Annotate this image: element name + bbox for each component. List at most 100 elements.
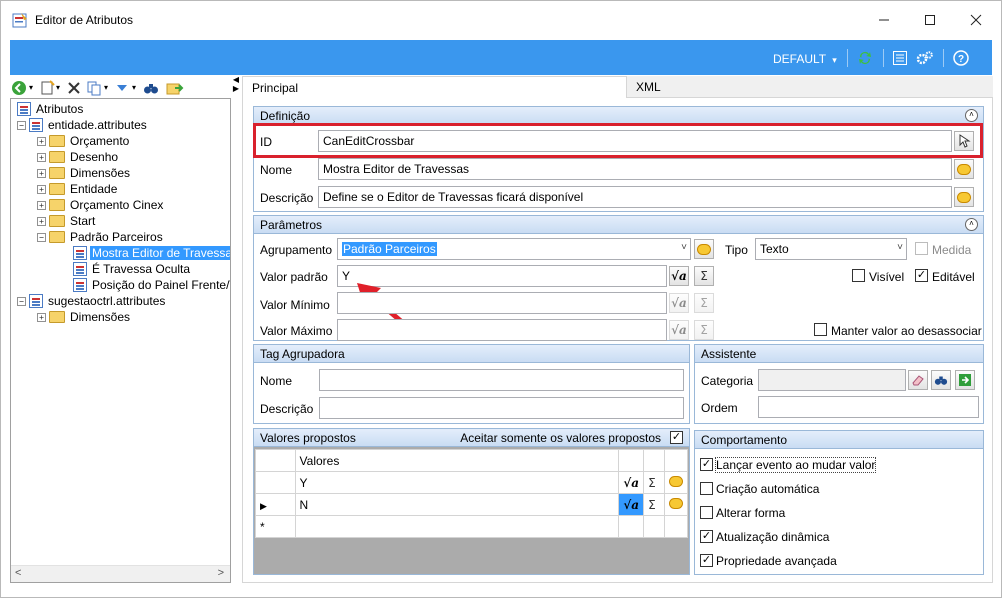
tree-node-label: Orçamento: [70, 134, 130, 148]
comment-icon: [957, 191, 971, 203]
translate-cell[interactable]: [663, 493, 689, 516]
expand-icon[interactable]: +: [37, 312, 46, 322]
tree-horizontal-scrollbar[interactable]: < >: [11, 565, 230, 582]
descricao-field[interactable]: Define se o Editor de Travessas ficará d…: [318, 186, 952, 208]
settings-button[interactable]: [916, 49, 934, 67]
categoria-clear-button[interactable]: [908, 370, 928, 390]
comment-icon: [957, 163, 971, 175]
tree-node-orcamento[interactable]: + Orçamento: [37, 133, 131, 149]
profile-dropdown[interactable]: DEFAULT ▾: [773, 52, 837, 66]
move-down-icon[interactable]: [114, 80, 130, 96]
valor-minimo-field[interactable]: [337, 292, 667, 314]
descricao-translate-button[interactable]: [954, 187, 974, 207]
tag-nome-field[interactable]: [319, 369, 684, 391]
agrupamento-combo[interactable]: Padrão Parceiros ˅: [337, 238, 691, 260]
valor-maximo-field[interactable]: [337, 319, 667, 341]
nome-translate-button[interactable]: [954, 159, 974, 179]
new-item-icon[interactable]: [39, 80, 55, 96]
find-icon[interactable]: [143, 80, 159, 96]
expand-icon[interactable]: +: [37, 216, 46, 226]
ordem-field[interactable]: [758, 396, 979, 418]
tree-node-start[interactable]: + Start: [37, 213, 97, 229]
agrupamento-translate-button[interactable]: [694, 239, 714, 259]
expand-icon[interactable]: +: [37, 152, 46, 162]
scroll-right-icon[interactable]: >: [218, 567, 224, 579]
nome-field[interactable]: Mostra Editor de Travessas: [318, 158, 952, 180]
tree-node-mostra-editor[interactable]: Mostra Editor de Travessas: [73, 245, 230, 261]
expand-icon[interactable]: +: [37, 168, 46, 178]
formula-cell[interactable]: √a: [618, 471, 645, 494]
tree-node-dimensoes-2[interactable]: + Dimensões: [37, 309, 132, 325]
tipo-combo[interactable]: Texto ˅: [755, 238, 907, 260]
copy-icon[interactable]: [86, 80, 102, 96]
column-header: [643, 449, 665, 472]
tab-principal[interactable]: Principal: [242, 76, 627, 99]
collapse-icon[interactable]: −: [17, 296, 26, 306]
minimize-button[interactable]: [861, 7, 907, 33]
valor-minimo-sum-button[interactable]: Σ: [694, 293, 714, 313]
tree-node-orcamento-cinex[interactable]: + Orçamento Cinex: [37, 197, 165, 213]
collapse-icon[interactable]: −: [37, 232, 46, 242]
tree-node-dimensoes[interactable]: + Dimensões: [37, 165, 132, 181]
tree-node-entidade-folder[interactable]: + Entidade: [37, 181, 119, 197]
visivel-checkbox[interactable]: [852, 269, 865, 282]
editavel-checkbox[interactable]: ✓: [915, 269, 928, 282]
tab-xml[interactable]: XML: [627, 76, 670, 98]
dropdown-arrow-icon[interactable]: ▾: [132, 83, 136, 92]
valor-padrao-formula-button[interactable]: √a: [669, 266, 689, 286]
valor-maximo-formula-button[interactable]: √a: [669, 320, 689, 340]
valor-maximo-sum-button[interactable]: Σ: [694, 320, 714, 340]
refresh-button[interactable]: [856, 49, 874, 67]
pane-splitter[interactable]: ◀ ▶: [231, 75, 241, 95]
atualizacao-dinamica-checkbox[interactable]: ✓: [700, 530, 713, 543]
table-new-row[interactable]: *: [255, 515, 689, 538]
categoria-field[interactable]: [758, 369, 906, 391]
expand-icon[interactable]: +: [37, 200, 46, 210]
propriedade-avancada-checkbox[interactable]: ✓: [700, 554, 713, 567]
expand-icon[interactable]: +: [37, 184, 46, 194]
list-view-button[interactable]: [891, 49, 909, 67]
medida-checkbox[interactable]: [915, 242, 928, 255]
value-cell[interactable]: N: [294, 493, 620, 516]
tree-node-entidade[interactable]: − entidade.attributes: [17, 117, 149, 133]
export-icon[interactable]: [166, 80, 184, 96]
dropdown-arrow-icon[interactable]: ▾: [56, 83, 60, 92]
help-button[interactable]: ?: [952, 49, 970, 67]
valor-padrao-sum-button[interactable]: Σ: [694, 266, 714, 286]
sum-cell[interactable]: Σ: [643, 471, 665, 494]
valor-minimo-formula-button[interactable]: √a: [669, 293, 689, 313]
categoria-go-button[interactable]: [955, 370, 975, 390]
tree-node-padrao-parceiros[interactable]: − Padrão Parceiros: [37, 229, 165, 245]
dropdown-arrow-icon[interactable]: ▾: [104, 83, 108, 92]
tree-node-desenho[interactable]: + Desenho: [37, 149, 120, 165]
tree-node-travessa-oculta[interactable]: É Travessa Oculta: [73, 261, 192, 277]
back-icon[interactable]: [11, 80, 27, 96]
table-row[interactable]: Y √a Σ: [255, 471, 689, 494]
aceitar-somente-checkbox[interactable]: ✓: [670, 431, 683, 444]
maximize-button[interactable]: [907, 7, 953, 33]
scroll-left-icon[interactable]: <: [15, 567, 21, 579]
delete-icon[interactable]: [66, 80, 82, 96]
formula-cell[interactable]: √a: [618, 493, 645, 516]
expand-icon[interactable]: +: [37, 136, 46, 146]
categoria-find-button[interactable]: [931, 370, 951, 390]
sum-cell[interactable]: Σ: [643, 493, 665, 516]
tag-descricao-field[interactable]: [319, 397, 684, 419]
tree-node-posicao-painel[interactable]: Posição do Painel Frente/Tr: [73, 277, 230, 293]
close-button[interactable]: [953, 7, 999, 33]
translate-cell[interactable]: [663, 471, 689, 494]
lancar-evento-checkbox[interactable]: ✓: [700, 458, 713, 471]
column-header[interactable]: Valores: [294, 449, 620, 472]
collapse-icon[interactable]: −: [17, 120, 26, 130]
alterar-forma-checkbox[interactable]: [700, 506, 713, 519]
table-row[interactable]: ▶ N √a Σ: [255, 493, 689, 516]
value-cell[interactable]: [294, 515, 620, 538]
collapse-group-icon[interactable]: ˄: [965, 218, 978, 231]
manter-valor-checkbox[interactable]: [814, 323, 827, 336]
dropdown-arrow-icon[interactable]: ▾: [29, 83, 33, 92]
collapse-group-icon[interactable]: ˄: [965, 109, 978, 122]
tree-node-root[interactable]: Atributos: [17, 101, 85, 117]
tree-node-sugestaoctrl[interactable]: − sugestaoctrl.attributes: [17, 293, 167, 309]
value-cell[interactable]: Y: [294, 471, 620, 494]
criacao-automatica-checkbox[interactable]: [700, 482, 713, 495]
